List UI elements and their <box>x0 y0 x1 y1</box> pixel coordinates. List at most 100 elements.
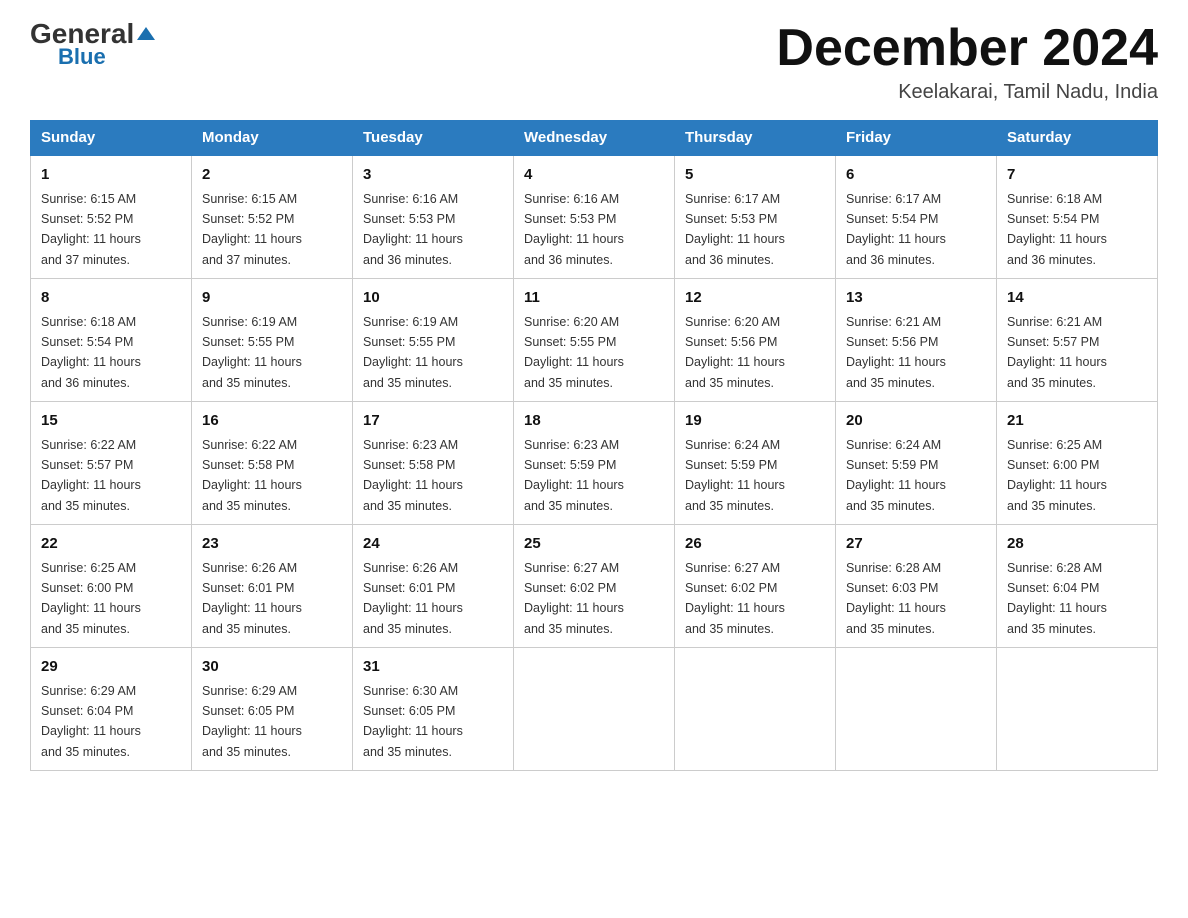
calendar-cell: 24 Sunrise: 6:26 AMSunset: 6:01 PMDaylig… <box>353 525 514 648</box>
day-info: Sunrise: 6:29 AMSunset: 6:05 PMDaylight:… <box>202 684 302 759</box>
day-number: 15 <box>41 410 181 433</box>
day-info: Sunrise: 6:15 AMSunset: 5:52 PMDaylight:… <box>41 192 141 267</box>
calendar-cell: 22 Sunrise: 6:25 AMSunset: 6:00 PMDaylig… <box>31 525 192 648</box>
header-wednesday: Wednesday <box>514 121 675 156</box>
day-number: 10 <box>363 287 503 310</box>
logo: General Blue <box>30 20 155 70</box>
day-number: 24 <box>363 533 503 556</box>
title-area: December 2024 Keelakarai, Tamil Nadu, In… <box>776 20 1158 104</box>
calendar-cell: 20 Sunrise: 6:24 AMSunset: 5:59 PMDaylig… <box>836 402 997 525</box>
header-saturday: Saturday <box>997 121 1158 156</box>
calendar-cell: 3 Sunrise: 6:16 AMSunset: 5:53 PMDayligh… <box>353 155 514 279</box>
day-number: 17 <box>363 410 503 433</box>
day-info: Sunrise: 6:26 AMSunset: 6:01 PMDaylight:… <box>363 561 463 636</box>
day-info: Sunrise: 6:17 AMSunset: 5:54 PMDaylight:… <box>846 192 946 267</box>
calendar-cell: 15 Sunrise: 6:22 AMSunset: 5:57 PMDaylig… <box>31 402 192 525</box>
day-number: 13 <box>846 287 986 310</box>
day-info: Sunrise: 6:15 AMSunset: 5:52 PMDaylight:… <box>202 192 302 267</box>
day-info: Sunrise: 6:17 AMSunset: 5:53 PMDaylight:… <box>685 192 785 267</box>
day-info: Sunrise: 6:21 AMSunset: 5:57 PMDaylight:… <box>1007 315 1107 390</box>
day-number: 4 <box>524 164 664 187</box>
week-row-2: 8 Sunrise: 6:18 AMSunset: 5:54 PMDayligh… <box>31 279 1158 402</box>
day-info: Sunrise: 6:24 AMSunset: 5:59 PMDaylight:… <box>685 438 785 513</box>
day-info: Sunrise: 6:25 AMSunset: 6:00 PMDaylight:… <box>1007 438 1107 513</box>
calendar-cell: 8 Sunrise: 6:18 AMSunset: 5:54 PMDayligh… <box>31 279 192 402</box>
day-info: Sunrise: 6:19 AMSunset: 5:55 PMDaylight:… <box>202 315 302 390</box>
page-header: General Blue December 2024 Keelakarai, T… <box>30 20 1158 104</box>
week-row-4: 22 Sunrise: 6:25 AMSunset: 6:00 PMDaylig… <box>31 525 1158 648</box>
day-number: 20 <box>846 410 986 433</box>
calendar-cell <box>675 648 836 771</box>
calendar-header-row: SundayMondayTuesdayWednesdayThursdayFrid… <box>31 121 1158 156</box>
header-friday: Friday <box>836 121 997 156</box>
day-number: 1 <box>41 164 181 187</box>
day-info: Sunrise: 6:18 AMSunset: 5:54 PMDaylight:… <box>1007 192 1107 267</box>
calendar-cell: 12 Sunrise: 6:20 AMSunset: 5:56 PMDaylig… <box>675 279 836 402</box>
day-number: 28 <box>1007 533 1147 556</box>
day-number: 11 <box>524 287 664 310</box>
calendar-cell: 1 Sunrise: 6:15 AMSunset: 5:52 PMDayligh… <box>31 155 192 279</box>
calendar-cell: 13 Sunrise: 6:21 AMSunset: 5:56 PMDaylig… <box>836 279 997 402</box>
day-number: 2 <box>202 164 342 187</box>
day-number: 12 <box>685 287 825 310</box>
calendar-cell: 4 Sunrise: 6:16 AMSunset: 5:53 PMDayligh… <box>514 155 675 279</box>
day-info: Sunrise: 6:16 AMSunset: 5:53 PMDaylight:… <box>363 192 463 267</box>
day-number: 9 <box>202 287 342 310</box>
day-info: Sunrise: 6:23 AMSunset: 5:58 PMDaylight:… <box>363 438 463 513</box>
day-info: Sunrise: 6:24 AMSunset: 5:59 PMDaylight:… <box>846 438 946 513</box>
day-info: Sunrise: 6:20 AMSunset: 5:56 PMDaylight:… <box>685 315 785 390</box>
day-number: 22 <box>41 533 181 556</box>
day-number: 5 <box>685 164 825 187</box>
day-number: 29 <box>41 656 181 679</box>
calendar-cell: 7 Sunrise: 6:18 AMSunset: 5:54 PMDayligh… <box>997 155 1158 279</box>
calendar-cell: 5 Sunrise: 6:17 AMSunset: 5:53 PMDayligh… <box>675 155 836 279</box>
day-info: Sunrise: 6:28 AMSunset: 6:03 PMDaylight:… <box>846 561 946 636</box>
month-title: December 2024 <box>776 20 1158 77</box>
logo-blue-text: Blue <box>58 44 106 70</box>
day-info: Sunrise: 6:22 AMSunset: 5:58 PMDaylight:… <box>202 438 302 513</box>
calendar-cell: 23 Sunrise: 6:26 AMSunset: 6:01 PMDaylig… <box>192 525 353 648</box>
day-info: Sunrise: 6:21 AMSunset: 5:56 PMDaylight:… <box>846 315 946 390</box>
day-number: 3 <box>363 164 503 187</box>
calendar-cell: 19 Sunrise: 6:24 AMSunset: 5:59 PMDaylig… <box>675 402 836 525</box>
calendar-cell: 18 Sunrise: 6:23 AMSunset: 5:59 PMDaylig… <box>514 402 675 525</box>
calendar-cell: 29 Sunrise: 6:29 AMSunset: 6:04 PMDaylig… <box>31 648 192 771</box>
week-row-5: 29 Sunrise: 6:29 AMSunset: 6:04 PMDaylig… <box>31 648 1158 771</box>
day-number: 31 <box>363 656 503 679</box>
header-thursday: Thursday <box>675 121 836 156</box>
day-info: Sunrise: 6:19 AMSunset: 5:55 PMDaylight:… <box>363 315 463 390</box>
calendar-cell: 9 Sunrise: 6:19 AMSunset: 5:55 PMDayligh… <box>192 279 353 402</box>
calendar-cell: 6 Sunrise: 6:17 AMSunset: 5:54 PMDayligh… <box>836 155 997 279</box>
day-number: 21 <box>1007 410 1147 433</box>
calendar-cell: 14 Sunrise: 6:21 AMSunset: 5:57 PMDaylig… <box>997 279 1158 402</box>
calendar-cell: 27 Sunrise: 6:28 AMSunset: 6:03 PMDaylig… <box>836 525 997 648</box>
day-number: 16 <box>202 410 342 433</box>
calendar-cell: 17 Sunrise: 6:23 AMSunset: 5:58 PMDaylig… <box>353 402 514 525</box>
week-row-3: 15 Sunrise: 6:22 AMSunset: 5:57 PMDaylig… <box>31 402 1158 525</box>
calendar-cell <box>836 648 997 771</box>
calendar-cell: 11 Sunrise: 6:20 AMSunset: 5:55 PMDaylig… <box>514 279 675 402</box>
day-number: 8 <box>41 287 181 310</box>
calendar-cell <box>997 648 1158 771</box>
header-monday: Monday <box>192 121 353 156</box>
calendar-cell: 2 Sunrise: 6:15 AMSunset: 5:52 PMDayligh… <box>192 155 353 279</box>
day-number: 27 <box>846 533 986 556</box>
calendar-cell: 26 Sunrise: 6:27 AMSunset: 6:02 PMDaylig… <box>675 525 836 648</box>
day-info: Sunrise: 6:20 AMSunset: 5:55 PMDaylight:… <box>524 315 624 390</box>
day-info: Sunrise: 6:28 AMSunset: 6:04 PMDaylight:… <box>1007 561 1107 636</box>
day-number: 23 <box>202 533 342 556</box>
calendar-cell: 31 Sunrise: 6:30 AMSunset: 6:05 PMDaylig… <box>353 648 514 771</box>
location-text: Keelakarai, Tamil Nadu, India <box>776 81 1158 104</box>
day-number: 19 <box>685 410 825 433</box>
calendar-table: SundayMondayTuesdayWednesdayThursdayFrid… <box>30 120 1158 771</box>
day-number: 6 <box>846 164 986 187</box>
day-info: Sunrise: 6:23 AMSunset: 5:59 PMDaylight:… <box>524 438 624 513</box>
day-info: Sunrise: 6:25 AMSunset: 6:00 PMDaylight:… <box>41 561 141 636</box>
day-info: Sunrise: 6:22 AMSunset: 5:57 PMDaylight:… <box>41 438 141 513</box>
day-number: 7 <box>1007 164 1147 187</box>
logo-triangle-icon <box>137 27 155 40</box>
calendar-cell: 21 Sunrise: 6:25 AMSunset: 6:00 PMDaylig… <box>997 402 1158 525</box>
day-info: Sunrise: 6:27 AMSunset: 6:02 PMDaylight:… <box>685 561 785 636</box>
calendar-cell <box>514 648 675 771</box>
day-info: Sunrise: 6:16 AMSunset: 5:53 PMDaylight:… <box>524 192 624 267</box>
